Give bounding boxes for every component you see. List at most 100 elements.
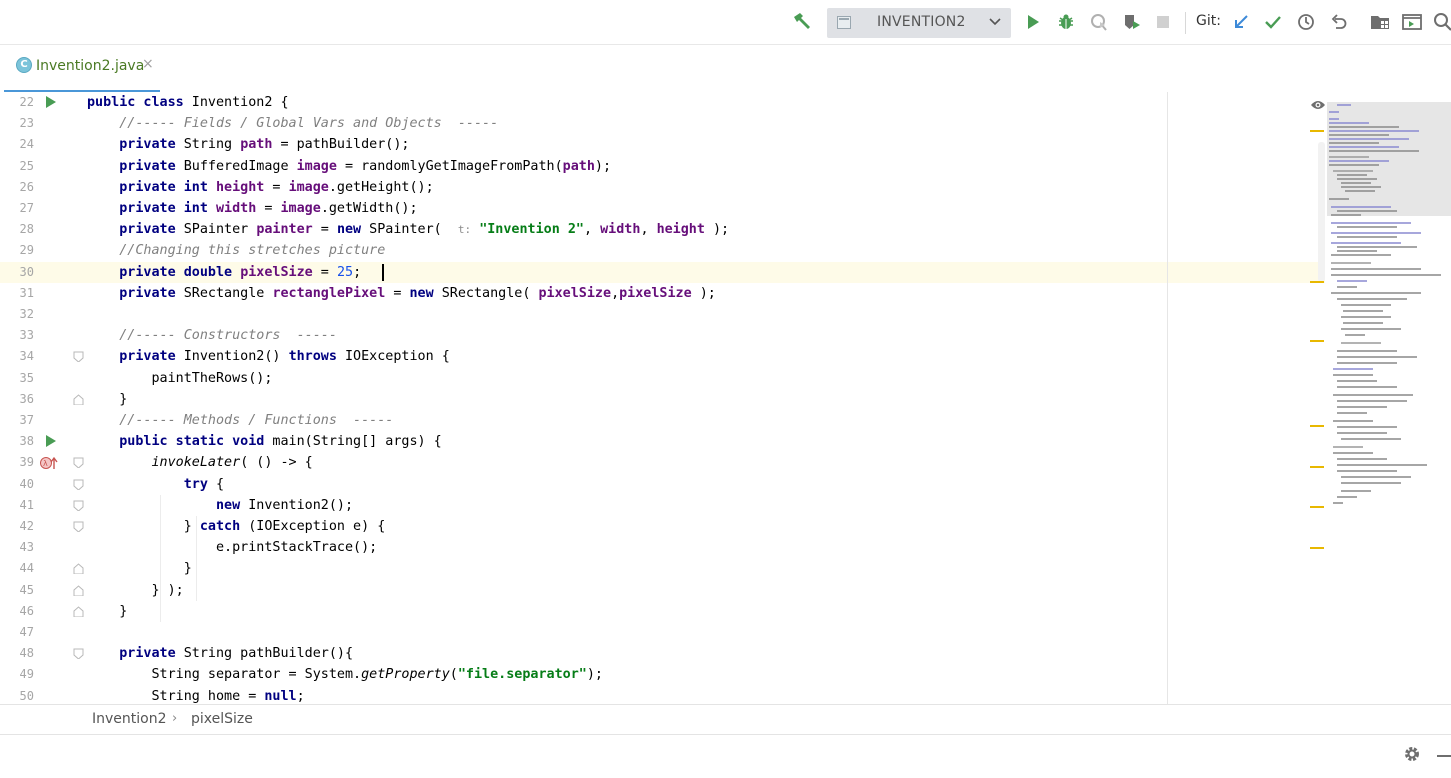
tab-label: Invention2.java xyxy=(36,58,145,74)
minimap-line xyxy=(1333,374,1373,376)
text-caret xyxy=(382,264,384,281)
code-line[interactable]: } xyxy=(87,558,192,579)
minimap-line xyxy=(1331,222,1411,224)
code-line[interactable]: } ); xyxy=(87,580,183,601)
java-class-icon: C xyxy=(16,57,32,73)
line-number: 23 xyxy=(19,116,34,131)
code-line[interactable]: private String path = pathBuilder(); xyxy=(87,134,409,155)
warning-marker[interactable] xyxy=(1310,281,1324,283)
line-number: 36 xyxy=(19,391,34,406)
code-line[interactable]: public static void main(String[] args) { xyxy=(87,431,442,452)
gear-icon[interactable] xyxy=(1403,745,1421,767)
tab-invention2-java[interactable]: C Invention2.java × xyxy=(4,45,160,93)
line-number: 22 xyxy=(19,95,34,109)
line-number: 41 xyxy=(19,497,34,512)
svg-text:λ: λ xyxy=(43,459,48,468)
line-number: 49 xyxy=(19,667,34,682)
code-line[interactable]: paintTheRows(); xyxy=(87,368,272,389)
scrollbar-thumb[interactable] xyxy=(1318,142,1325,282)
code-line[interactable]: } xyxy=(87,601,127,622)
code-line[interactable]: private SRectangle rectanglePixel = new … xyxy=(87,283,716,304)
warning-marker[interactable] xyxy=(1310,340,1324,342)
run-anything-icon[interactable] xyxy=(1400,10,1424,34)
profile-icon[interactable] xyxy=(1120,10,1144,34)
project-structure-icon[interactable] xyxy=(1368,10,1392,34)
code-line[interactable]: String separator = System.getProperty("f… xyxy=(87,664,603,685)
line-number: 31 xyxy=(19,285,34,300)
minimap-line xyxy=(1345,190,1375,192)
code-line[interactable]: //----- Methods / Functions ----- xyxy=(87,410,393,431)
warning-marker[interactable] xyxy=(1310,425,1324,427)
minimap-line xyxy=(1331,242,1401,244)
minimap-line xyxy=(1329,160,1389,162)
code-line[interactable]: new Invention2(); xyxy=(87,495,353,516)
run-icon[interactable] xyxy=(1021,10,1045,34)
code-line[interactable]: public class Invention2 { xyxy=(87,92,289,113)
code-line[interactable]: } xyxy=(87,389,127,410)
warning-marker[interactable] xyxy=(1310,547,1324,549)
line-number-gutter[interactable]: 22 23 24 25 26 27 28 29 30 31 32 33 34 35 36 37 38 39 40 41… xyxy=(0,92,84,704)
minimap-line xyxy=(1333,446,1363,448)
minimap-line xyxy=(1337,464,1427,466)
gutter-run-icon[interactable] xyxy=(45,96,57,108)
gutter-run-icon[interactable] xyxy=(45,435,57,448)
line-number: 48 xyxy=(19,646,34,661)
build-hammer-icon[interactable] xyxy=(790,10,814,34)
line-number: 44 xyxy=(19,561,34,576)
breadcrumb-class[interactable]: Invention2 xyxy=(92,711,167,727)
git-commit-icon[interactable] xyxy=(1261,10,1285,34)
indent-guide xyxy=(160,494,161,622)
code-editor[interactable]: 22 23 24 25 26 27 28 29 30 31 32 33 34 35 36 37 38 39 40 41… xyxy=(0,92,1451,704)
lambda-override-icon[interactable]: λ xyxy=(40,456,58,470)
code-line[interactable]: private int width = image.getWidth(); xyxy=(87,198,417,219)
bottom-tool-bar xyxy=(0,734,1451,778)
minimap-line xyxy=(1333,502,1343,504)
minimize-icon[interactable] xyxy=(1437,755,1451,757)
code-line[interactable]: private int height = image.getHeight(); xyxy=(87,177,433,198)
close-icon[interactable]: × xyxy=(142,56,154,72)
code-line[interactable]: private BufferedImage image = randomlyGe… xyxy=(87,156,611,177)
warning-marker[interactable] xyxy=(1310,506,1324,508)
line-number: 34 xyxy=(19,349,34,364)
code-line[interactable]: } catch (IOException e) { xyxy=(87,516,386,537)
code-text-area[interactable]: public class Invention2 { //----- Fields… xyxy=(80,92,1167,704)
code-line[interactable]: e.printStackTrace(); xyxy=(87,537,377,558)
git-history-icon[interactable] xyxy=(1294,10,1318,34)
breadcrumb-member[interactable]: pixelSize xyxy=(191,711,253,727)
minimap-line xyxy=(1337,250,1377,252)
minimap-line xyxy=(1341,476,1411,478)
debug-icon[interactable] xyxy=(1054,10,1078,34)
stop-icon[interactable] xyxy=(1151,10,1175,34)
run-configuration-selector[interactable]: INVENTION2 xyxy=(827,8,1011,38)
code-line[interactable]: invokeLater( () -> { xyxy=(87,452,313,473)
code-line[interactable]: private SPainter painter = new SPainter(… xyxy=(87,219,729,240)
code-line[interactable]: try { xyxy=(87,474,224,495)
minimap-line xyxy=(1337,412,1367,414)
coverage-icon[interactable] xyxy=(1087,10,1111,34)
minimap-line xyxy=(1329,156,1369,158)
minimap-line xyxy=(1337,178,1377,180)
minimap-line xyxy=(1329,198,1349,200)
search-icon[interactable] xyxy=(1431,10,1451,34)
git-update-icon[interactable] xyxy=(1229,10,1253,34)
git-rollback-icon[interactable] xyxy=(1327,10,1351,34)
code-minimap[interactable] xyxy=(1327,102,1451,522)
code-line[interactable]: private String pathBuilder(){ xyxy=(87,643,353,664)
line-number: 32 xyxy=(19,307,34,321)
reader-mode-eye-icon[interactable] xyxy=(1310,96,1326,115)
line-number: 45 xyxy=(19,582,34,597)
code-line[interactable]: //Changing this stretches picture xyxy=(87,240,385,261)
code-line[interactable]: String home = null; xyxy=(87,686,304,704)
code-line[interactable]: private Invention2() throws IOException … xyxy=(87,346,450,367)
warning-marker[interactable] xyxy=(1310,466,1324,468)
minimap-line xyxy=(1337,400,1407,402)
code-line[interactable]: private double pixelSize = 25; xyxy=(87,262,361,283)
line-number: 47 xyxy=(19,625,34,639)
warning-marker[interactable] xyxy=(1310,130,1324,132)
minimap-line xyxy=(1337,236,1397,238)
minimap-line xyxy=(1331,262,1371,264)
code-line[interactable]: //----- Constructors ----- xyxy=(87,325,337,346)
code-line[interactable]: //----- Fields / Global Vars and Objects… xyxy=(87,113,498,134)
line-number: 35 xyxy=(19,370,34,385)
minimap-line xyxy=(1341,316,1391,318)
